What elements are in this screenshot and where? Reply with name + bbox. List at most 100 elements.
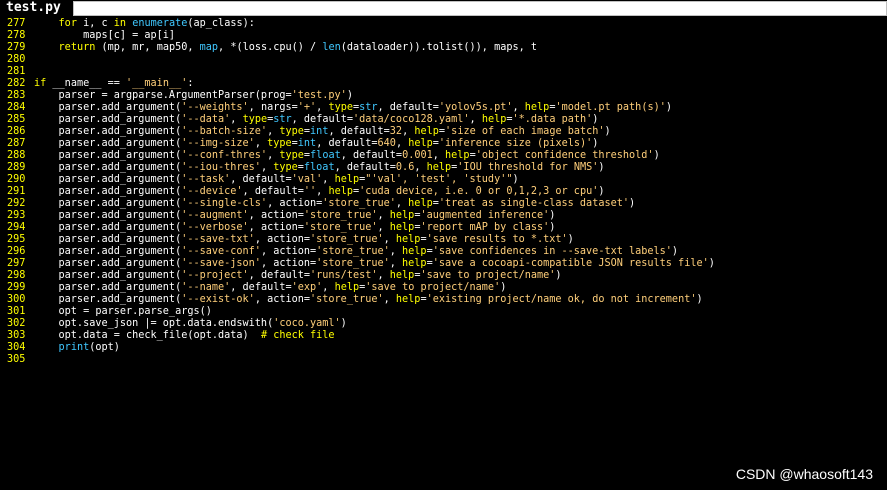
code-token: 'treat as single-class dataset' [438,198,629,209]
code-token: help [402,246,427,257]
code-token: , action= [254,234,311,245]
line-number: 283 [7,90,26,101]
code-text: if __name__ == '__main__': [34,78,194,90]
code-token: ) [696,294,703,305]
line-number: 297 [7,258,26,269]
code-token: 'model.pt path(s)' [555,102,666,113]
code-token: , [322,174,335,185]
code-token: 'val' [291,174,323,185]
code-token: '--name' [181,282,231,293]
code-text: parser.add_argument('--augment', action=… [34,210,556,222]
code-token: , [512,102,525,113]
code-token: opt.data = check_file(opt.data) [34,330,261,341]
code-token: '--augment' [181,210,249,221]
code-token: help [445,150,470,161]
code-token: '--device' [181,186,243,197]
code-token: , default= [291,114,353,125]
code-token: if [34,78,47,89]
code-token: # check file [260,330,335,341]
code-token: '--batch-size' [181,126,268,137]
code-token: , default= [340,150,403,161]
code-token: parser.add_argument( [34,186,182,197]
code-token: print [58,342,90,353]
code-text: opt = parser.parse_args() [34,306,212,318]
code-token: , [316,186,329,197]
code-token: maps[c] = ap[i] [34,30,176,41]
code-token: parser.add_argument( [34,294,182,305]
code-token: ) [592,114,599,125]
code-token: parser = argparse.ArgumentParser(prog= [34,90,292,101]
code-token: 32 [389,126,403,137]
code-token: int [297,138,317,149]
code-token: ) [346,90,353,101]
line-number: 277 [7,18,26,29]
code-token: 0.001 [402,150,433,161]
line-number: 302 [7,318,26,329]
line-number: 304 [7,342,26,353]
watermark-text: CSDN @whaosoft143 [735,466,873,482]
code-token: ) [549,222,556,233]
code-line: 284 parser.add_argument('--weights', nar… [0,102,672,114]
code-token: , [316,102,329,113]
code-token: 'exp' [291,282,323,293]
code-token: help [389,222,415,233]
code-token: '--single-cls' [181,198,268,209]
code-text: parser.add_argument('--save-conf', actio… [34,246,679,258]
editor-title-bar: test.py [0,0,887,16]
line-number: 305 [7,354,26,365]
code-line: 302 opt.save_json |= opt.data.endswith('… [0,318,347,330]
code-token: parser.add_argument( [34,138,182,149]
code-text: parser.add_argument('--single-cls', acti… [34,198,636,210]
code-token: len [322,42,341,53]
code-token: ) [598,162,605,173]
code-token: 'object confidence threshold' [475,150,654,161]
code-token: 'IOU threshold for NMS' [457,162,599,173]
code-token: help [402,258,427,269]
code-token: type [279,126,304,137]
code-token: enumerate [132,18,188,29]
line-number: 294 [7,222,26,233]
code-token: parser.add_argument( [34,282,182,293]
code-text: opt.save_json |= opt.data.endswith('coco… [34,318,347,330]
code-token: '--exist-ok' [181,294,255,305]
line-number: 288 [7,150,26,161]
code-token: parser.add_argument( [34,270,182,281]
code-token: 'runs/test' [310,270,378,281]
code-token: 'existing project/name ok, do not increm… [426,294,697,305]
code-text: parser.add_argument('--exist-ok', action… [34,294,703,306]
line-number: 293 [7,210,26,221]
code-token: , *(loss.cpu() / [218,42,323,53]
code-token: help [408,198,433,209]
code-line: 286 parser.add_argument('--batch-size', … [0,126,611,138]
code-token: , [389,246,403,257]
title-bar-field[interactable] [73,1,887,16]
code-token: parser.add_argument( [34,246,182,257]
code-token: "'val', 'test', 'study'" [365,174,513,185]
code-token: , [383,234,396,245]
code-token: ) [708,258,715,269]
code-token: (mp, mr, map50, [95,42,200,53]
code-token: help [328,186,353,197]
code-line: 301 opt = parser.parse_args() [0,306,212,318]
code-editor[interactable]: 277 for i, c in enumerate(ap_class): 278 … [0,17,887,490]
line-number: 282 [7,78,26,89]
code-token: help [408,138,433,149]
code-text: parser.add_argument('--verbose', action=… [34,222,556,234]
code-token: , [377,210,390,221]
code-line: 279 return (mp, mr, map50, map, *(loss.c… [0,42,537,54]
code-token: i, c [76,18,114,29]
code-text: parser.add_argument('--batch-size', type… [34,126,611,138]
code-token: , default= [230,174,292,185]
code-token: float [310,150,341,161]
code-token: , default= [242,186,304,197]
code-text: print(opt) [34,342,120,354]
code-token: type [267,138,292,149]
code-token: 'size of each image batch' [445,126,605,137]
code-token: for [58,18,77,29]
line-number: 299 [7,282,26,293]
code-token: float [303,162,335,173]
code-line: 278 maps[c] = ap[i] [0,30,175,42]
code-token: : [187,78,194,89]
code-text: parser.add_argument('--name', default='e… [34,282,507,294]
